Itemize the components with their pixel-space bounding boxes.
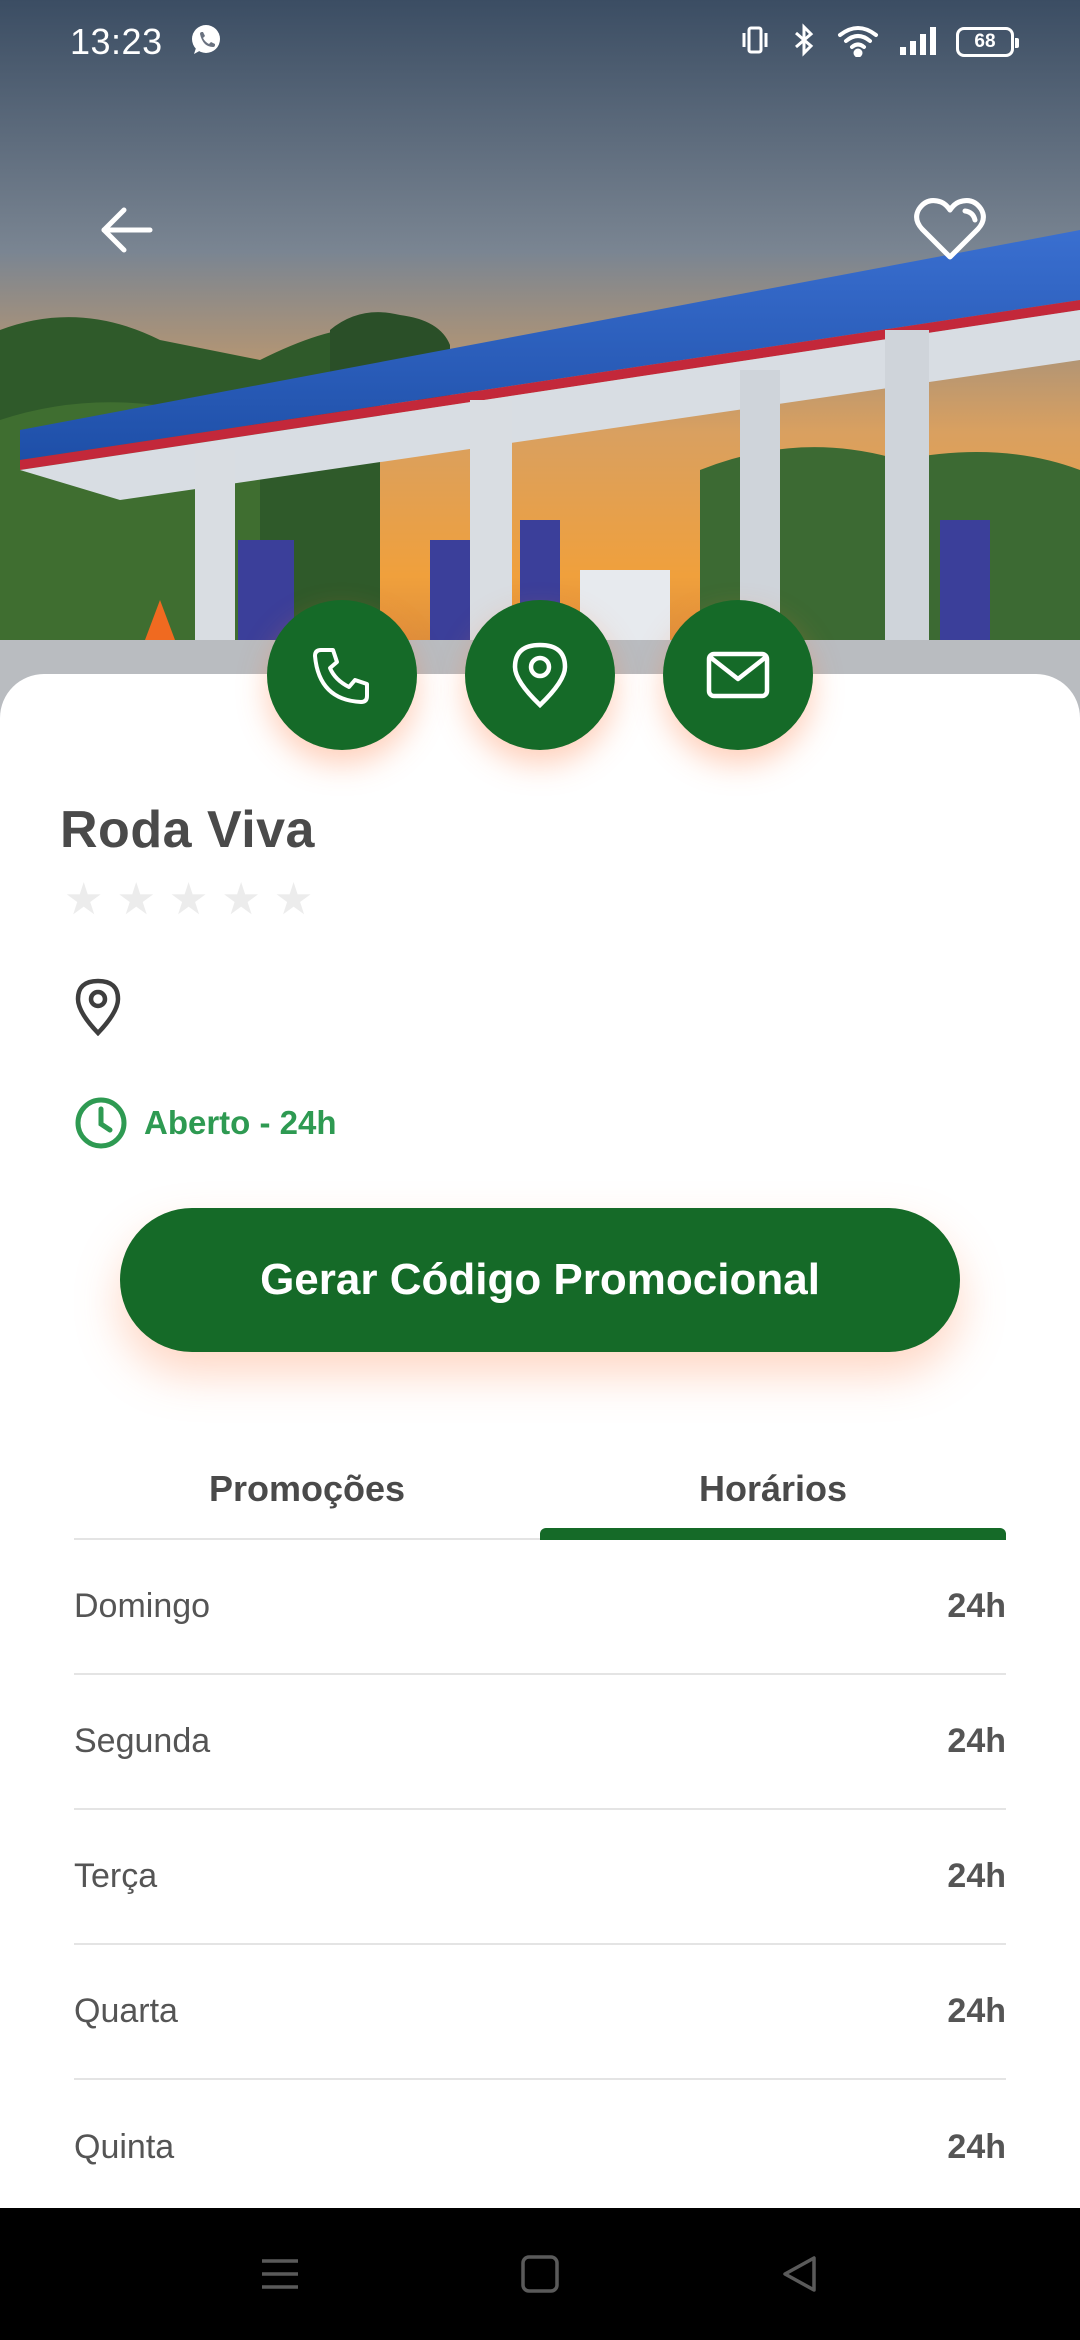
- tab-label: Horários: [698, 1468, 848, 1509]
- heart-icon: [914, 198, 986, 260]
- schedule-row: Quarta 24h: [74, 1945, 1006, 2080]
- home-square-icon: [521, 2255, 559, 2293]
- station-name: Roda Viva: [60, 801, 315, 859]
- star-icon: ★: [168, 875, 209, 924]
- location-pin-icon: [75, 978, 121, 1036]
- mail-icon: [706, 651, 770, 699]
- system-back-button[interactable]: [770, 2244, 830, 2304]
- star-icon: ★: [116, 875, 156, 924]
- schedule-day: Quinta: [74, 2128, 175, 2166]
- system-navigation-bar: [0, 2208, 1080, 2340]
- tab-bar: Promoções Horários: [74, 1440, 1006, 1540]
- tab-promocoes[interactable]: Promoções: [74, 1440, 540, 1538]
- email-button[interactable]: [663, 600, 813, 750]
- vibrate-icon: [738, 23, 772, 62]
- screen: 13:23 68 Roda Viva ★ ★ ★ ★ ★ Aberto - 24…: [0, 0, 1080, 2340]
- phone-icon: [313, 648, 369, 704]
- whatsapp-icon: [189, 23, 223, 62]
- tab-label: Promoções: [208, 1468, 406, 1509]
- schedule-hours: 24h: [947, 1857, 1006, 1895]
- menu-icon: [262, 2259, 298, 2289]
- open-status-text: Aberto - 24h: [144, 1104, 337, 1141]
- schedule-day: Terça: [74, 1857, 158, 1895]
- address-row: [74, 978, 142, 1036]
- active-tab-indicator: [540, 1528, 1006, 1540]
- schedule-day: Domingo: [74, 1587, 211, 1625]
- call-button[interactable]: [267, 600, 417, 750]
- star-icon: ★: [273, 875, 314, 924]
- schedule-hours: 24h: [947, 2128, 1006, 2166]
- back-button[interactable]: [86, 190, 166, 270]
- recents-button[interactable]: [250, 2244, 310, 2304]
- schedule-row: Segunda 24h: [74, 1675, 1006, 1810]
- battery-icon: 68: [956, 27, 1019, 57]
- arrow-left-icon: [101, 207, 153, 253]
- bluetooth-icon: [790, 22, 818, 62]
- generate-promo-code-button[interactable]: Gerar Código Promocional: [120, 1208, 960, 1352]
- open-status-row: Aberto - 24h: [74, 1096, 337, 1150]
- back-triangle-icon: [783, 2256, 816, 2292]
- star-rating: ★ ★ ★ ★ ★: [64, 878, 313, 922]
- favorite-button[interactable]: [910, 190, 990, 270]
- schedule-hours: 24h: [947, 1992, 1006, 2030]
- status-left: 13:23: [70, 21, 223, 63]
- schedule-hours: 24h: [947, 1722, 1006, 1760]
- schedule-row: Terça 24h: [74, 1810, 1006, 1945]
- star-icon: ★: [64, 875, 104, 924]
- status-right: 68: [738, 22, 1019, 62]
- schedule-row: Quinta 24h: [74, 2080, 1006, 2215]
- signal-icon: [898, 23, 938, 62]
- schedule-day: Quarta: [74, 1992, 178, 2030]
- home-button[interactable]: [510, 2244, 570, 2304]
- status-bar: 13:23 68: [0, 0, 1080, 84]
- tab-horarios[interactable]: Horários: [540, 1440, 1006, 1540]
- schedule-list: Domingo 24h Segunda 24h Terça 24h Quarta…: [74, 1540, 1006, 2215]
- map-pin-icon: [512, 642, 568, 709]
- clock-icon: [75, 1097, 127, 1149]
- schedule-row: Domingo 24h: [74, 1540, 1006, 1675]
- wifi-icon: [836, 23, 880, 62]
- schedule-day: Segunda: [74, 1722, 211, 1760]
- star-icon: ★: [221, 875, 261, 924]
- location-button[interactable]: [465, 600, 615, 750]
- schedule-hours: 24h: [947, 1587, 1006, 1625]
- status-time: 13:23: [70, 21, 163, 62]
